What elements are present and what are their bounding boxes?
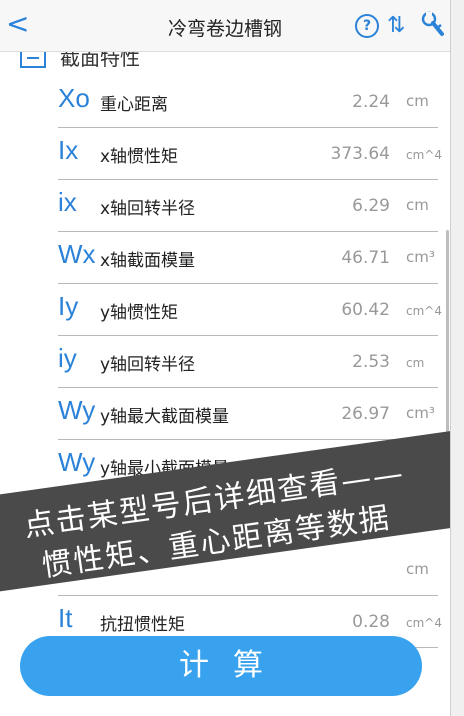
sort-icon[interactable]: ⇅ bbox=[387, 12, 405, 40]
property-unit: cm bbox=[406, 92, 429, 110]
property-value: 2.53 bbox=[352, 352, 390, 372]
property-symbol: Wy bbox=[58, 395, 96, 425]
wrench-icon[interactable] bbox=[420, 10, 446, 40]
property-symbol: Iy bbox=[58, 291, 79, 321]
property-unit: cm³ bbox=[406, 248, 435, 266]
property-symbol: iy bbox=[58, 343, 77, 373]
help-icon[interactable]: ? bbox=[355, 14, 379, 38]
navigation-bar: < 冷弯卷边槽钢 ? ⇅ bbox=[0, 0, 450, 52]
property-symbol: It bbox=[58, 603, 73, 633]
property-row-ix[interactable]: Ix x轴惯性矩 373.64 cm^4 bbox=[58, 128, 442, 180]
property-name: x轴截面模量 bbox=[100, 251, 196, 271]
property-unit: cm bbox=[406, 356, 425, 370]
page-title: 冷弯卷边槽钢 bbox=[167, 18, 282, 40]
property-unit: cm^4 bbox=[406, 304, 442, 318]
section-label: 截面特性 bbox=[60, 52, 140, 70]
property-value: 0.28 bbox=[352, 612, 390, 632]
property-row-ix-radius[interactable]: ix x轴回转半径 6.29 cm bbox=[58, 180, 438, 232]
property-row-wx[interactable]: Wx x轴截面模量 46.71 cm³ bbox=[58, 232, 438, 284]
property-unit: cm bbox=[406, 196, 429, 214]
property-symbol: Wy bbox=[58, 447, 96, 477]
property-row-iy-radius[interactable]: iy y轴回转半径 2.53 cm bbox=[58, 336, 438, 388]
property-symbol: ix bbox=[58, 187, 77, 217]
property-name: 重心距离 bbox=[100, 95, 168, 115]
property-name: y轴最大截面模量 bbox=[100, 407, 230, 427]
property-value: 6.29 bbox=[352, 196, 390, 216]
property-row-iy[interactable]: Iy y轴惯性矩 60.42 cm^4 bbox=[58, 284, 442, 336]
property-name: 抗扭惯性矩 bbox=[100, 615, 185, 635]
property-row-wy-max[interactable]: Wy y轴最大截面模量 26.97 cm³ bbox=[58, 388, 438, 440]
property-value: 46.71 bbox=[341, 248, 390, 268]
property-name: x轴回转半径 bbox=[100, 199, 196, 219]
property-symbol: Ix bbox=[58, 135, 79, 165]
property-unit: cm³ bbox=[406, 404, 435, 422]
property-symbol: Wx bbox=[58, 239, 96, 269]
property-unit: cm bbox=[406, 560, 429, 578]
property-row-xo[interactable]: Xo 重心距离 2.24 cm bbox=[58, 76, 438, 128]
property-value: 60.42 bbox=[341, 300, 390, 320]
app-screen: < 冷弯卷边槽钢 ? ⇅ 截面特性 Xo 重心距离 2.24 cm Ix x轴惯… bbox=[0, 0, 450, 716]
property-value: 373.64 bbox=[330, 144, 390, 164]
property-unit: cm^4 bbox=[406, 616, 442, 630]
property-name: y轴惯性矩 bbox=[100, 303, 179, 323]
scrollbar[interactable] bbox=[446, 230, 449, 450]
property-value: 26.97 bbox=[341, 404, 390, 424]
collapse-minus-icon[interactable] bbox=[20, 52, 46, 68]
property-unit: cm^4 bbox=[406, 148, 442, 162]
property-symbol: Xo bbox=[58, 83, 90, 113]
property-name: x轴惯性矩 bbox=[100, 147, 179, 167]
property-name: y轴回转半径 bbox=[100, 355, 196, 375]
calculate-button[interactable]: 计算 bbox=[20, 636, 422, 696]
background-window-edge bbox=[450, 0, 464, 716]
property-value: 2.24 bbox=[352, 92, 390, 112]
